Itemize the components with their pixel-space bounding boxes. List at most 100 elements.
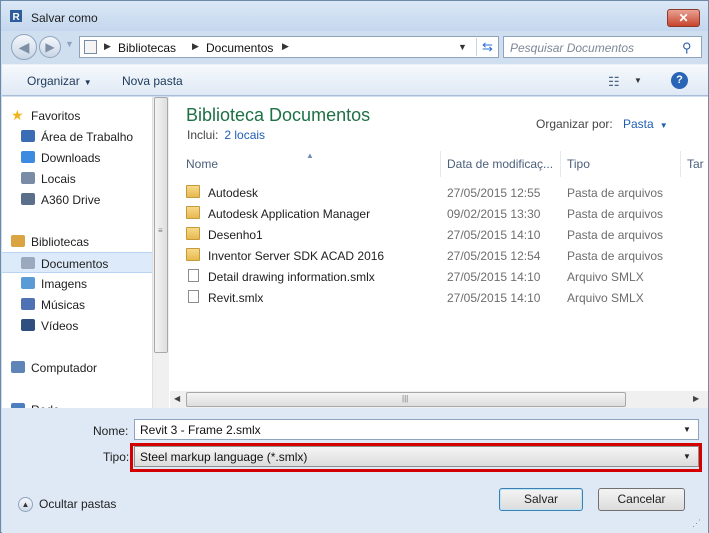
sidebar-item-rede[interactable]: Rede: [2, 399, 152, 408]
navigation-scrollbar-thumb[interactable]: ≡: [154, 97, 168, 353]
computer-icon: [11, 361, 25, 373]
view-options-dropdown-icon[interactable]: ▼: [634, 76, 642, 85]
music-icon: [21, 298, 35, 310]
column-header-date[interactable]: Data de modificaç...: [441, 151, 561, 177]
sidebar-item-bibliotecas[interactable]: Bibliotecas: [2, 231, 152, 252]
back-button[interactable]: ◀: [11, 34, 37, 60]
cancel-button[interactable]: Cancelar: [598, 488, 685, 511]
sidebar-item-downloads[interactable]: Downloads: [2, 147, 152, 168]
libraries-icon: [11, 235, 25, 247]
sidebar-item-label: Músicas: [41, 298, 86, 312]
file-name-dropdown-icon[interactable]: ▼: [683, 425, 691, 434]
address-dropdown-icon[interactable]: ▼: [458, 42, 467, 52]
folder-icon: [186, 206, 200, 219]
column-header-size[interactable]: Tar: [681, 151, 708, 177]
organize-label: Organizar: [27, 74, 80, 88]
desktop-icon: [21, 130, 35, 142]
sidebar-item-músicas[interactable]: Músicas: [2, 294, 152, 315]
search-placeholder: Pesquisar Documentos: [510, 41, 635, 55]
help-icon[interactable]: ?: [671, 72, 688, 89]
close-button[interactable]: ✕: [667, 9, 700, 27]
arrange-by-label: Organizar por:: [536, 117, 613, 131]
file-name-label: Nome:: [93, 424, 129, 438]
sidebar-item-a360-drive[interactable]: A360 Drive: [2, 189, 152, 210]
library-icon: [84, 40, 97, 54]
search-icon[interactable]: ⚲: [682, 40, 692, 56]
navigation-pane: ★ Favoritos Área de Trabalho Downloads Locai…: [2, 97, 152, 408]
column-header-type[interactable]: Tipo: [561, 151, 681, 177]
folder-icon: [186, 227, 200, 240]
sidebar-item-área-de-trabalho[interactable]: Área de Trabalho: [2, 126, 152, 147]
downloads-icon: [21, 151, 35, 163]
file-list-pane: Biblioteca Documentos Inclui: 2 locais Or…: [170, 97, 708, 408]
file-list-row[interactable]: Detail drawing information.smlx 27/05/201…: [186, 266, 706, 287]
grip-icon: |||: [402, 394, 409, 403]
file-type: Pasta de arquivos: [567, 186, 664, 200]
breadcrumb-documentos[interactable]: Documentos: [206, 41, 273, 55]
file-list-scrollbar[interactable]: ◀ ||| ▶: [170, 391, 708, 408]
arrange-by-dropdown[interactable]: Pasta ▼: [623, 117, 668, 131]
sidebar-item-imagens[interactable]: Imagens: [2, 273, 152, 294]
sidebar-item-label: Imagens: [41, 277, 88, 291]
file-type: Pasta de arquivos: [567, 228, 664, 242]
sidebar-item-vídeos[interactable]: Vídeos: [2, 315, 152, 336]
file-name: Inventor Server SDK ACAD 2016: [208, 249, 385, 263]
file-type: Pasta de arquivos: [567, 249, 664, 263]
highlight-annotation: [130, 443, 702, 472]
organize-button[interactable]: Organizar ▼: [27, 74, 92, 88]
videos-icon: [21, 319, 35, 331]
recent-places-icon: [21, 172, 35, 184]
chevron-up-icon: ▲: [18, 497, 33, 513]
file-date: 27/05/2015 12:55: [447, 186, 541, 200]
navigation-bar: ◀ ▶ ▼ ▶ Bibliotecas ▶ Documentos ▶ ▼ ⇆ P…: [7, 33, 702, 61]
forward-arrow-icon: ▶: [45, 40, 55, 54]
resize-grip-icon[interactable]: ⋰: [692, 518, 701, 529]
recent-locations-dropdown[interactable]: ▼: [65, 39, 74, 49]
change-view-icon[interactable]: ☷: [608, 74, 620, 90]
file-list-row[interactable]: Inventor Server SDK ACAD 2016 27/05/2015 …: [186, 245, 706, 266]
file-type-label: Tipo:: [103, 450, 130, 464]
refresh-button[interactable]: ⇆: [476, 38, 498, 56]
sidebar-item-documentos[interactable]: Documentos: [2, 252, 152, 273]
file-list-scrollbar-thumb[interactable]: |||: [186, 392, 626, 407]
file-list-row[interactable]: Revit.smlx 27/05/2015 14:10 Arquivo SMLX: [186, 287, 706, 308]
file-icon: [188, 290, 199, 303]
search-input[interactable]: Pesquisar Documentos ⚲: [503, 36, 702, 58]
file-list-row[interactable]: Autodesk Application Manager 09/02/2015 1…: [186, 203, 706, 224]
new-folder-button[interactable]: Nova pasta: [122, 74, 183, 88]
hide-folders-button[interactable]: ▲ Ocultar pastas: [18, 497, 116, 513]
file-list-row[interactable]: Desenho1 27/05/2015 14:10 Pasta de arquivo…: [186, 224, 706, 245]
cloud-drive-icon: [21, 193, 35, 205]
file-name-field[interactable]: Revit 3 - Frame 2.smlx ▼: [134, 419, 699, 440]
save-button[interactable]: Salvar: [499, 488, 583, 511]
forward-button[interactable]: ▶: [39, 36, 61, 58]
documents-icon: [21, 257, 35, 269]
breadcrumb-separator-icon[interactable]: ▶: [104, 41, 111, 52]
sidebar-item-locais[interactable]: Locais: [2, 168, 152, 189]
title-bar: R Salvar como ✕: [1, 1, 708, 31]
breadcrumb-bibliotecas[interactable]: Bibliotecas: [118, 41, 176, 55]
browser-pane: ★ Favoritos Área de Trabalho Downloads Locai…: [2, 97, 708, 408]
navigation-scrollbar[interactable]: ≡: [152, 97, 169, 408]
sidebar-item-label: Locais: [41, 172, 76, 186]
breadcrumb-separator-icon[interactable]: ▶: [192, 41, 199, 52]
file-list-row[interactable]: Autodesk 27/05/2015 12:55 Pasta de arquivo…: [186, 182, 706, 203]
sidebar-item-label: Computador: [31, 361, 98, 375]
breadcrumb-separator-icon[interactable]: ▶: [282, 41, 289, 52]
address-bar[interactable]: ▶ Bibliotecas ▶ Documentos ▶ ▼ ⇆: [79, 36, 499, 58]
sidebar-item-label: Bibliotecas: [31, 235, 90, 249]
sidebar-item-label: Documentos: [41, 257, 109, 271]
sidebar-item-computador[interactable]: Computador: [2, 357, 152, 378]
scroll-right-icon[interactable]: ▶: [693, 394, 699, 403]
locations-link[interactable]: 2 locais: [224, 128, 265, 142]
column-header-name[interactable]: Nome: [180, 151, 441, 177]
chevron-down-icon: ▼: [659, 121, 668, 130]
save-form: Nome: Revit 3 - Frame 2.smlx ▼ Tipo: Ste…: [2, 408, 708, 533]
command-toolbar: Organizar ▼ Nova pasta ☷ ▼ ?: [2, 64, 708, 96]
library-title: Biblioteca Documentos: [186, 105, 371, 125]
sidebar-item-favoritos[interactable]: ★ Favoritos: [2, 105, 152, 126]
window-title: Salvar como: [31, 11, 98, 25]
file-name: Detail drawing information.smlx: [208, 270, 375, 284]
chevron-down-icon: ▼: [83, 78, 92, 87]
scroll-left-icon[interactable]: ◀: [174, 394, 180, 403]
